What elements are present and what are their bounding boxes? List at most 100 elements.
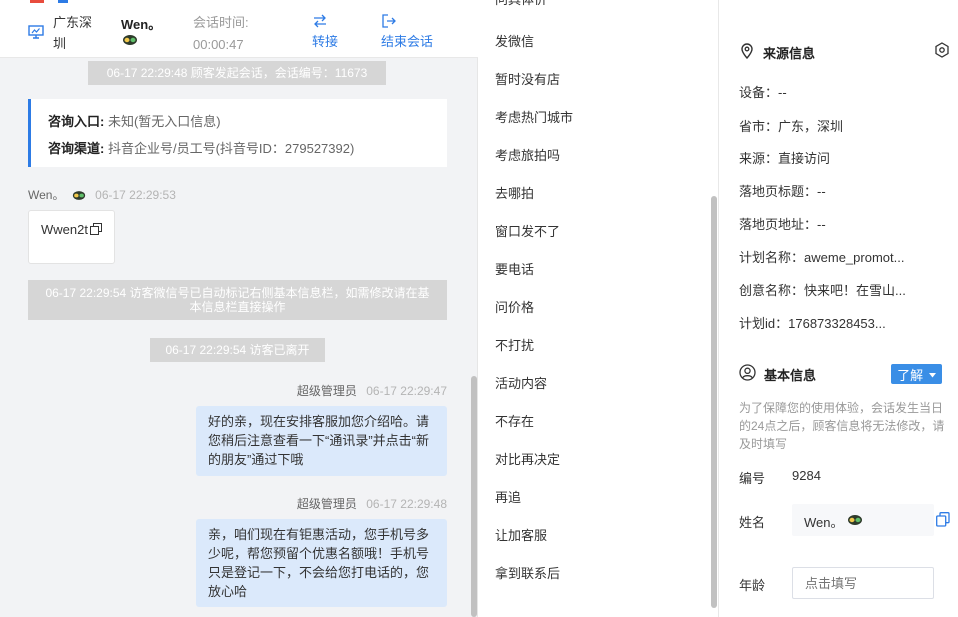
quick-reply-item[interactable]: 拿到联系后	[495, 566, 560, 582]
learn-more-button[interactable]: 了解	[891, 364, 942, 384]
transfer-label: 转接	[312, 34, 339, 49]
source-row-value: --	[778, 85, 787, 100]
location-pin-icon	[739, 43, 755, 62]
quick-reply-item[interactable]: 不打扰	[495, 338, 534, 354]
visitor-name: Wen。	[121, 14, 161, 35]
quick-reply-partial[interactable]: 问具体价	[495, 0, 547, 8]
source-row-label: 计划id：	[739, 316, 789, 331]
quick-reply-item[interactable]: 发微信	[495, 34, 534, 50]
visitor-location: 广东深圳	[53, 15, 93, 51]
source-row-creative-name: 创意名称：快来吧！在雪山...	[739, 280, 906, 299]
quick-reply-item[interactable]: 对比再决定	[495, 452, 560, 468]
exit-icon	[381, 13, 397, 32]
visitor-message-emoji-icon	[72, 190, 86, 204]
quick-reply-item[interactable]: 暂时没有店	[495, 72, 560, 88]
channel-row: 咨询渠道: 抖音企业号/员工号(抖音号ID：279527392)	[48, 138, 354, 157]
visitor-message-time: 06-17 22:29:53	[95, 188, 176, 202]
monitor-icon	[28, 24, 44, 43]
quick-reply-item[interactable]: 再追	[495, 490, 521, 506]
basic-info-title: 基本信息	[764, 367, 817, 383]
end-session-button[interactable]: 结束会话	[381, 12, 441, 54]
source-row-value: --	[817, 184, 826, 199]
agent-message-time: 06-17 22:29:48	[366, 497, 447, 511]
chat-header: 广东深圳 Wen。 会话时间: 00:00:47 转接 结束会话	[0, 0, 478, 58]
quick-reply-item[interactable]: 要电话	[495, 262, 534, 278]
channel-label: 咨询渠道:	[48, 141, 105, 156]
source-row-value: --	[817, 217, 826, 232]
visitor-name-text: Wen。	[121, 17, 162, 32]
name-field[interactable]: Wen。	[792, 504, 934, 536]
source-row-label: 落地页地址：	[739, 217, 818, 232]
agent-message-name: 超级管理员	[296, 384, 357, 398]
source-row-province-city: 省市：广东，深圳	[739, 116, 843, 135]
source-row-value: aweme_promot...	[804, 250, 905, 265]
name-emoji-icon	[847, 514, 863, 529]
id-label: 编号	[739, 471, 766, 486]
source-row-label: 落地页标题：	[739, 184, 818, 199]
agent-message-bubble[interactable]: 好的亲，现在安排客服加您介绍哈。请您稍后注意查看一下“通讯录”并点击“新的朋友”…	[196, 406, 447, 476]
source-row-device: 设备：--	[739, 82, 787, 101]
chat-scrollbar[interactable]	[471, 376, 477, 617]
system-message-visitor-left: 06-17 22:29:54 访客已离开	[150, 338, 325, 362]
session-time-label: 会话时间:	[193, 15, 249, 30]
entry-info-card: 咨询入口: 未知(暂无入口信息) 咨询渠道: 抖音企业号/员工号(抖音号ID：2…	[28, 99, 447, 167]
visitor-message-meta: Wen。 06-17 22:29:53	[28, 186, 176, 204]
source-row-value: 176873328453...	[788, 316, 886, 331]
source-row-plan-name: 计划名称：aweme_promot...	[739, 247, 904, 266]
chat-panel: 广东深圳 Wen。 会话时间: 00:00:47 转接 结束会话 06-17 2…	[0, 0, 478, 617]
age-label: 年龄	[739, 578, 766, 593]
learn-more-label: 了解	[897, 368, 924, 383]
source-row-label: 创意名称：	[739, 283, 805, 298]
name-label: 姓名	[739, 515, 766, 530]
basic-info-header: 基本信息	[739, 364, 816, 384]
quick-reply-item[interactable]: 活动内容	[495, 376, 547, 392]
system-message-session-start: 06-17 22:29:48 顾客发起会话，会话编号：11673	[88, 61, 386, 85]
agent-message-meta: 超级管理员 06-17 22:29:48	[297, 495, 447, 512]
end-session-label: 结束会话	[381, 34, 434, 49]
message-list[interactable]: 06-17 22:29:48 顾客发起会话，会话编号：11673 咨询入口: 未…	[0, 58, 478, 617]
system-message-wechat-marked: 06-17 22:29:54 访客微信号已自动标记右侧基本信息栏，如需修改请在基…	[28, 280, 447, 320]
agent-message-name: 超级管理员	[296, 497, 357, 511]
copy-icon[interactable]	[90, 223, 102, 238]
visitor-message-bubble[interactable]: Wwen2t	[28, 210, 115, 264]
quick-reply-scrollbar[interactable]	[711, 196, 717, 608]
source-row-landing-url: 落地页地址：--	[739, 214, 826, 233]
caret-down-icon	[928, 364, 936, 384]
basic-info-notice: 为了保障您的使用体验，会话发生当日的24点之后，顾客信息将无法修改，请及时填写	[739, 401, 945, 451]
name-field-value: Wen。	[804, 515, 844, 530]
user-circle-icon	[739, 364, 756, 384]
source-row-label: 省市：	[739, 119, 779, 134]
session-time-value: 00:00:47	[193, 37, 244, 52]
quick-reply-item[interactable]: 窗口发不了	[495, 224, 560, 240]
customer-info-panel: 来源信息 设备：-- 省市：广东，深圳 来源：直接访问 落地页标题：-- 落地页…	[719, 0, 958, 617]
quick-reply-item[interactable]: 考虑热门城市	[495, 110, 573, 126]
transfer-icon	[312, 14, 328, 31]
settings-hex-icon[interactable]	[934, 42, 950, 61]
source-row-label: 设备：	[739, 85, 779, 100]
quick-reply-item[interactable]: 问价格	[495, 300, 534, 316]
source-row-origin: 来源：直接访问	[739, 148, 830, 167]
source-info-header: 来源信息	[739, 43, 815, 62]
age-input[interactable]	[792, 567, 934, 599]
quick-reply-list: 问具体价 发微信 暂时没有店 考虑热门城市 考虑旅拍吗 去哪拍 窗口发不了 要电…	[478, 0, 719, 617]
source-row-landing-title: 落地页标题：--	[739, 181, 826, 200]
agent-message-bubble[interactable]: 亲，咱们现在有钜惠活动，您手机号多少呢，帮您预留个优惠名额哦！手机号只是登记一下…	[196, 519, 447, 607]
visitor-message-name: Wen。	[28, 188, 65, 202]
quick-reply-item[interactable]: 去哪拍	[495, 186, 534, 202]
transfer-button[interactable]: 转接	[312, 12, 352, 54]
copy-name-icon[interactable]	[936, 512, 950, 530]
entry-label: 咨询入口:	[48, 114, 105, 129]
source-row-label: 计划名称：	[739, 250, 805, 265]
quick-reply-item[interactable]: 不存在	[495, 414, 534, 430]
visitor-message-text: Wwen2t	[41, 222, 88, 237]
source-row-label: 来源：	[739, 151, 779, 166]
visitor-avatar-emoji-icon	[122, 34, 138, 49]
quick-reply-item[interactable]: 考虑旅拍吗	[495, 148, 560, 164]
source-row-value: 直接访问	[778, 151, 831, 166]
quick-reply-item[interactable]: 让加客服	[495, 528, 547, 544]
source-row-plan-id: 计划id：176873328453...	[739, 313, 886, 332]
header-top-accent-2	[58, 0, 68, 3]
header-top-accent	[30, 0, 44, 3]
source-row-value: 广东，深圳	[778, 119, 844, 134]
entry-row: 咨询入口: 未知(暂无入口信息)	[48, 111, 221, 130]
